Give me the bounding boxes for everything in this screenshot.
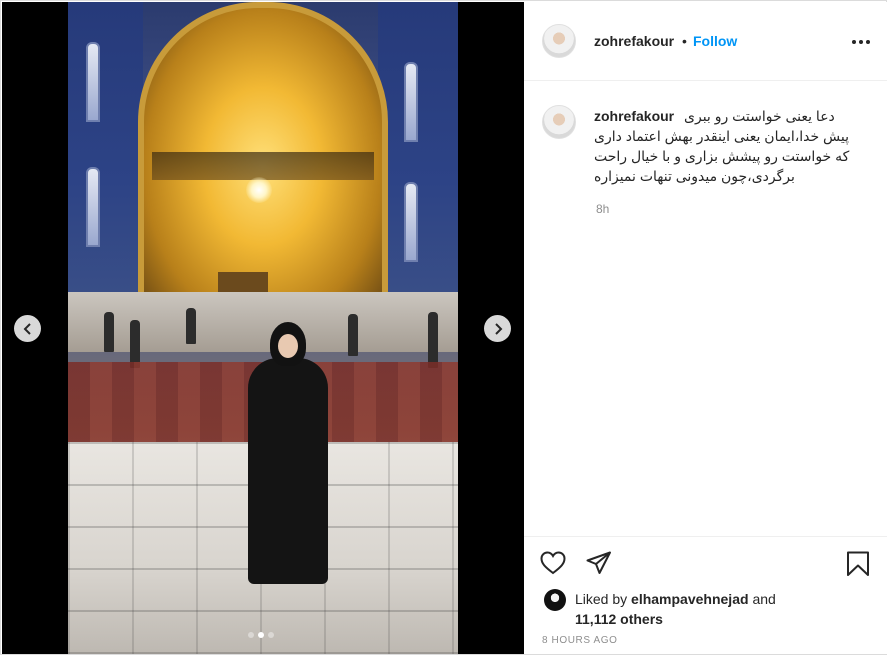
chandelier [246, 177, 272, 203]
header-username[interactable]: zohrefakour [594, 33, 674, 49]
likes-summary: Liked by elhampavehnejad and 11,112 othe… [544, 589, 815, 629]
carousel-dots [248, 632, 274, 638]
carousel-dot-active [258, 632, 264, 638]
share-icon[interactable] [586, 551, 612, 580]
chevron-right-icon[interactable] [484, 315, 511, 342]
separator-dot: • [682, 33, 687, 49]
woman-in-chador [248, 322, 328, 584]
carousel-dot [268, 632, 274, 638]
wall-panel [86, 42, 100, 122]
post-media [2, 2, 524, 654]
liked-by-prefix: Liked by [575, 591, 628, 607]
follow-button[interactable]: Follow [693, 33, 737, 49]
background-person [348, 314, 358, 356]
background-person [104, 312, 114, 352]
bookmark-icon[interactable] [846, 551, 870, 582]
caption-timestamp[interactable]: 8h [596, 202, 609, 216]
more-options-icon[interactable] [852, 40, 870, 44]
tiled-wall-left [68, 2, 143, 302]
post-header: zohrefakour • Follow [524, 2, 887, 81]
caption-avatar[interactable] [542, 105, 576, 139]
inscription-band [152, 152, 374, 180]
heart-icon[interactable] [540, 551, 566, 580]
caption-username[interactable]: zohrefakour [594, 108, 674, 124]
background-person [130, 320, 140, 368]
post-dialog: zohrefakour • Follow zohrefakour دعا یعن… [0, 0, 887, 655]
liked-by-text: Liked by elhampavehnejad and 11,112 othe… [575, 589, 815, 629]
post-timestamp[interactable]: 8 HOURS AGO [542, 635, 618, 646]
liked-by-user[interactable]: elhampavehnejad [631, 591, 749, 607]
avatar[interactable] [542, 24, 576, 58]
wall-panel [86, 167, 100, 247]
background-person [186, 308, 196, 344]
wall-panel [404, 62, 418, 142]
likes-others-count[interactable]: 11,112 others [575, 611, 663, 627]
post-sidebar: zohrefakour • Follow zohrefakour دعا یعن… [524, 2, 887, 654]
carousel-dot [248, 632, 254, 638]
post-actions: Liked by elhampavehnejad and 11,112 othe… [524, 536, 887, 654]
post-caption: zohrefakour دعا یعنی خواستت رو ببری پیش … [594, 106, 864, 186]
liked-by-and: and [752, 591, 776, 607]
background-person [428, 312, 438, 368]
wall-panel [404, 182, 418, 262]
chevron-left-icon[interactable] [14, 315, 41, 342]
tiled-wall-right [378, 2, 458, 302]
liker-avatar[interactable] [544, 589, 566, 611]
post-photo[interactable] [68, 2, 458, 654]
